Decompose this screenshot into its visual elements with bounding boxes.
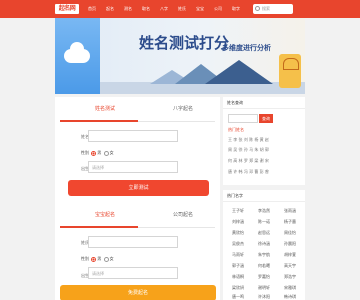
site-logo[interactable]: 起名网 (55, 4, 79, 14)
name-item[interactable]: 罗嘉怡 (258, 274, 270, 280)
birth-input[interactable]: 请选择 (88, 161, 178, 173)
tab-bazi[interactable]: 八字起名 (173, 106, 193, 113)
tab-name-test[interactable]: 姓名测试 (95, 106, 115, 113)
nav-item-1[interactable]: 首页 (88, 5, 96, 13)
name-item[interactable]: 周佳怡 (284, 230, 296, 236)
sidebar-title: 热门名字 (227, 193, 243, 198)
name-item[interactable]: 马雨轩 (232, 252, 244, 258)
surname-line[interactable]: 唐 许 韩 冯 邓 曹 彭 曾 (228, 169, 269, 175)
name-item[interactable]: 谢明轩 (258, 285, 270, 291)
name-item[interactable]: 李浩然 (258, 208, 270, 214)
name-item[interactable]: 张雨涵 (284, 208, 296, 214)
sidebar-title: 姓名查询 (227, 100, 243, 105)
tab-company-naming[interactable]: 公司起名 (173, 212, 193, 219)
name-item[interactable]: 杨子墨 (284, 219, 296, 225)
tab-baby-naming[interactable]: 宝宝起名 (95, 212, 115, 219)
nav-item-9[interactable]: 取字 (232, 5, 240, 13)
name-item[interactable]: 何若曦 (258, 263, 270, 269)
hot-names-link[interactable]: 热门姓名 (228, 127, 244, 133)
birth-placeholder: 请选择 (92, 271, 104, 276)
nav-item-7[interactable]: 宝宝 (196, 5, 204, 13)
female-label: 女 (109, 256, 114, 261)
radio-female[interactable] (103, 150, 109, 156)
name-item[interactable]: 徐诗涵 (258, 241, 270, 247)
divider (223, 201, 305, 202)
radio-male[interactable] (91, 150, 97, 156)
search-placeholder: 搜索 (262, 6, 270, 11)
carousel-dots (170, 89, 195, 94)
main-form-panel: 姓名测试 八字起名 姓名 性别 男 女 出生 请选择 立即测试 宝宝起名 公司起… (55, 97, 220, 300)
surname-input-2[interactable] (88, 236, 178, 248)
search-icon (255, 6, 260, 11)
sidebar-name-lookup: 姓名查询 查询 热门姓名 王 李 张 刘 陈 杨 黄 赵 周 吴 徐 孙 马 朱… (223, 97, 305, 185)
name-item[interactable]: 唐一鸣 (232, 294, 244, 300)
birth-input-2[interactable]: 请选择 (88, 267, 178, 279)
name-item[interactable]: 韩诗琪 (284, 294, 296, 300)
gender-selector-2: 性别 男 女 (81, 255, 114, 263)
name-item[interactable]: 陈一诺 (258, 219, 270, 225)
name-item[interactable]: 许沐阳 (258, 294, 270, 300)
banner-title: 姓名测试打分 (139, 34, 230, 52)
surname-line[interactable]: 王 李 张 刘 陈 杨 黄 赵 (228, 137, 269, 143)
surname-input[interactable] (88, 130, 178, 142)
name-item[interactable]: 刘梓涵 (232, 219, 244, 225)
nav-item-3[interactable]: 测名 (124, 5, 132, 13)
male-label: 男 (97, 256, 102, 261)
gender-label: 性别 (81, 150, 89, 155)
tab-active-indicator (60, 226, 138, 228)
nav-item-6[interactable]: 姓氏 (178, 5, 186, 13)
cloud-icon (64, 42, 90, 63)
name-item[interactable]: 黄欣怡 (232, 230, 244, 236)
name-item[interactable]: 宋雅琪 (284, 285, 296, 291)
decoration-illustration (279, 54, 301, 88)
birth-placeholder: 请选择 (92, 165, 104, 170)
radio-female[interactable] (103, 256, 109, 262)
male-label: 男 (97, 150, 102, 155)
radio-male[interactable] (91, 256, 97, 262)
tab-active-indicator (60, 120, 138, 122)
name-item[interactable]: 梁欣妍 (232, 285, 244, 291)
gender-label: 性别 (81, 256, 89, 261)
banner-side-panel (55, 18, 100, 94)
surname-line[interactable]: 周 吴 徐 孙 马 朱 胡 郭 (228, 147, 269, 153)
top-nav-bar: 起名网 首页 起名 测名 取名 八字 姓氏 宝宝 公司 取字 搜索 (0, 0, 360, 18)
name-item[interactable]: 朱宇航 (258, 252, 270, 258)
mountain-shape (205, 60, 273, 84)
nav-item-5[interactable]: 八字 (160, 5, 168, 13)
banner-subtitle: 多维度进行分析 (222, 44, 271, 52)
name-item[interactable]: 王子轩 (232, 208, 244, 214)
naming-submit-button[interactable]: 免费起名 (60, 285, 216, 300)
name-item[interactable]: 郭子涵 (232, 263, 244, 269)
name-item[interactable]: 赵思远 (258, 230, 270, 236)
hero-banner[interactable]: 姓名测试打分 多维度进行分析 (55, 18, 305, 94)
name-item[interactable]: 林语桐 (232, 274, 244, 280)
name-item[interactable]: 郑浩宇 (284, 274, 296, 280)
name-item[interactable]: 胡梓萱 (284, 252, 296, 258)
female-label: 女 (109, 150, 114, 155)
name-item[interactable]: 吴俊杰 (232, 241, 244, 247)
divider (223, 108, 305, 109)
nav-item-4[interactable]: 取名 (142, 5, 150, 13)
name-item[interactable]: 高天宇 (284, 263, 296, 269)
gender-selector: 性别 男 女 (81, 149, 114, 157)
name-item[interactable]: 孙晨阳 (284, 241, 296, 247)
header-search-input[interactable]: 搜索 (253, 4, 293, 14)
page: 起名网 首页 起名 测名 取名 八字 姓氏 宝宝 公司 取字 搜索 姓名测试打分… (0, 0, 360, 300)
test-submit-button[interactable]: 立即测试 (68, 180, 209, 196)
nav-item-8[interactable]: 公司 (214, 5, 222, 13)
nav-item-2[interactable]: 起名 (106, 5, 114, 13)
sidebar-search-input[interactable] (228, 114, 258, 123)
sidebar-hot-names: 热门名字 王子轩 李浩然 张雨涵 刘梓涵 陈一诺 杨子墨 黄欣怡 赵思远 周佳怡… (223, 190, 305, 300)
surname-line[interactable]: 何 高 林 罗 郑 梁 谢 宋 (228, 158, 269, 164)
sidebar-search-button[interactable]: 查询 (259, 114, 273, 123)
